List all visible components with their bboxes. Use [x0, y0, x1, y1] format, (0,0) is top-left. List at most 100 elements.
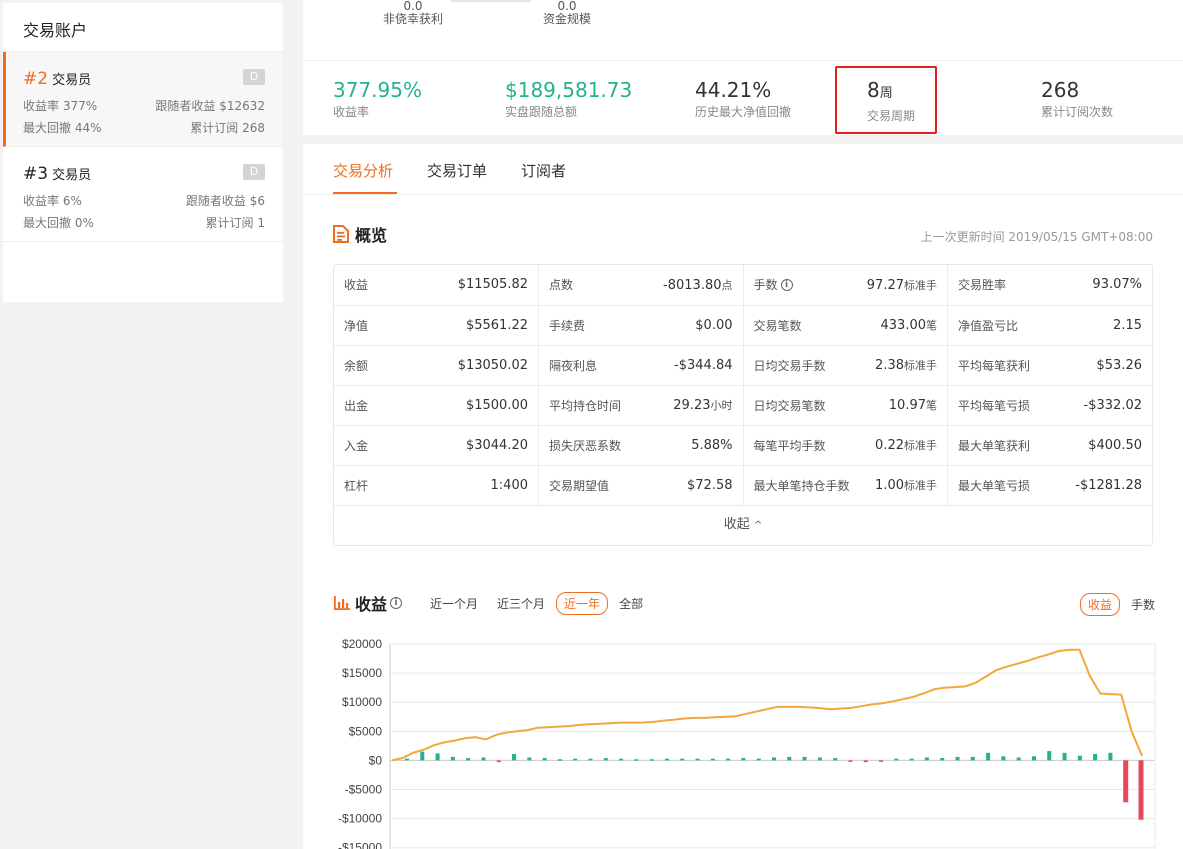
chevron-up-icon: ^ [753, 519, 763, 531]
range-3m[interactable]: 近三个月 [489, 592, 553, 615]
range-1y[interactable]: 近一年 [556, 591, 609, 615]
collapse-button[interactable]: 收起 ^ [334, 506, 1152, 545]
overview-value: 1.00 [875, 478, 904, 493]
overview-value: 0.22 [875, 438, 904, 453]
profit-bar [664, 758, 669, 761]
overview-cell: 交易胜率 93.07% [947, 265, 1152, 306]
overview-value: -$1281.28 [1075, 477, 1142, 493]
profit-bar [649, 759, 654, 761]
profit-bar [1047, 751, 1052, 761]
metric-profit[interactable]: 收益 [1079, 593, 1120, 616]
subs-value: 268 [242, 121, 265, 135]
top-strip: 0.0 非侥幸获利 0.0 资金规模 [303, 0, 1183, 60]
drawdown-label: 最大回撤 [23, 121, 72, 135]
info-icon[interactable]: i [780, 278, 793, 291]
info-icon[interactable]: i [390, 597, 403, 609]
overview-cell: 点数 -8013.80点 [538, 265, 744, 306]
overview-unit: 小时 [710, 399, 733, 412]
overview-unit: 标准手 [904, 359, 937, 372]
profit-bar [619, 758, 624, 761]
overview-key: 最大单笔持仓手数 [753, 478, 850, 493]
account-rank: #2 [23, 69, 49, 89]
drawdown-value: 44% [74, 121, 102, 135]
metric-lots[interactable]: 手数 [1123, 593, 1163, 616]
bar-chart-icon [334, 596, 350, 610]
overview-value: 2.38 [875, 358, 904, 373]
overview-key: 日均交易手数 [753, 358, 826, 373]
profit-bar [1123, 760, 1129, 803]
overview-key: 余额 [344, 358, 369, 373]
overview-cell: 余额 $13050.02 [334, 345, 539, 386]
profit-chart-header: 收益 i 近一个月 近三个月 近一年 全部 收益 手数 [333, 591, 1163, 616]
profit-bar [802, 756, 807, 761]
stat-value: 268 [1041, 78, 1080, 102]
profit-bar [496, 760, 501, 763]
drawdown-label: 最大回撤 [23, 216, 72, 230]
tab-analysis[interactable]: 交易分析 [333, 160, 393, 181]
overview-key: 隔夜利息 [549, 358, 598, 373]
overview-value: 93.07% [1092, 277, 1142, 293]
overview-cell: 日均交易笔数 10.97笔 [743, 385, 948, 426]
y-tick-label: $15000 [342, 666, 382, 680]
overview-key: 净值 [344, 318, 369, 333]
follower-label: 跟随者收益 [155, 99, 216, 113]
stat-follow-total: $189,581.73 实盘跟随总额 [505, 78, 632, 120]
overview-cell: 净值 $5561.22 [334, 305, 539, 346]
overview-cell: 收益 $11505.82 [334, 265, 539, 306]
stat-label: 历史最大净值回撤 [695, 105, 792, 119]
y-tick-label: -$15000 [338, 841, 382, 849]
mini-stat-capital: 0.0 资金规模 [543, 0, 591, 26]
mini-divider [451, 0, 531, 2]
overview-value: $3044.20 [465, 437, 528, 453]
account-item-2[interactable]: #2 交易员 D 收益率 377% 跟随者收益 $12632 最大回撤 44% … [3, 52, 283, 147]
account-item-3[interactable]: #3 交易员 D 收益率 6% 跟随者收益 $6 最大回撤 0% 累计订阅 1 [3, 147, 283, 242]
stat-value: $189,581.73 [505, 78, 633, 102]
overview-value: 2.15 [1113, 317, 1142, 333]
profit-bar [588, 758, 593, 761]
profit-bar [527, 757, 532, 761]
overview-cell: 最大单笔获利 $400.50 [947, 425, 1152, 466]
tab-orders[interactable]: 交易订单 [427, 160, 487, 181]
overview-value: -$332.02 [1083, 397, 1142, 413]
overview-title: 概览 [355, 226, 388, 245]
profit-bar [848, 760, 853, 762]
profit-bar [940, 758, 945, 761]
return-label: 收益率 [23, 99, 60, 113]
overview-cell: 损失厌恶系数 5.88% [538, 425, 744, 466]
follower-value: $12632 [219, 99, 265, 113]
overview-header: 概览 [333, 222, 387, 246]
stat-label: 收益率 [333, 105, 370, 119]
drawdown-value: 0% [74, 216, 94, 230]
overview-unit: 笔 [926, 399, 937, 412]
profit-bar [603, 758, 608, 761]
overview-row: 余额 $13050.02 隔夜利息 -$344.84 日均交易手数 2.38标准手 平均每笔… [334, 345, 1152, 386]
overview-row: 净值 $5561.22 手续费 $0.00 交易笔数 433.00笔 净值盈亏比 2.15 [334, 305, 1152, 346]
profit-chart: $20000 $15000 $10000 $5000 $0 -$5000 -$10000 -$… [338, 637, 1156, 849]
follower-value: $6 [249, 194, 265, 208]
profit-bar [1093, 753, 1098, 761]
overview-key: 日均交易笔数 [753, 398, 826, 413]
tab-subscribers[interactable]: 订阅者 [521, 160, 566, 181]
profit-bar [1108, 752, 1113, 761]
overview-row: 收益 $11505.82 点数 -8013.80点 手数 i 97.27标准手 交易胜率 93.… [334, 265, 1152, 306]
profit-bar [879, 760, 884, 762]
profit-bar [450, 756, 455, 761]
overview-key: 杠杆 [344, 478, 369, 493]
subs-label: 累计订阅 [205, 216, 254, 230]
profit-bar [405, 758, 409, 761]
stat-label: 交易周期 [867, 109, 916, 123]
overview-key: 手数 [753, 278, 778, 293]
overview-value: $13050.02 [457, 357, 528, 373]
overview-key: 手续费 [549, 318, 586, 333]
overview-key: 最大单笔亏损 [958, 478, 1031, 493]
range-1m[interactable]: 近一个月 [422, 592, 486, 615]
sidebar: 交易账户 #2 交易员 D 收益率 377% 跟随者收益 $12632 最大回撤… [3, 3, 283, 302]
overview-value: 1:400 [490, 477, 528, 493]
account-badge: D [243, 69, 265, 85]
account-rank: #3 [23, 164, 49, 184]
overview-cell: 交易期望值 $72.58 [538, 465, 744, 506]
overview-value: 433.00 [880, 318, 927, 333]
range-all[interactable]: 全部 [611, 592, 651, 615]
profit-bar [833, 758, 838, 761]
mini-stat-luck: 0.0 非侥幸获利 [383, 0, 443, 26]
